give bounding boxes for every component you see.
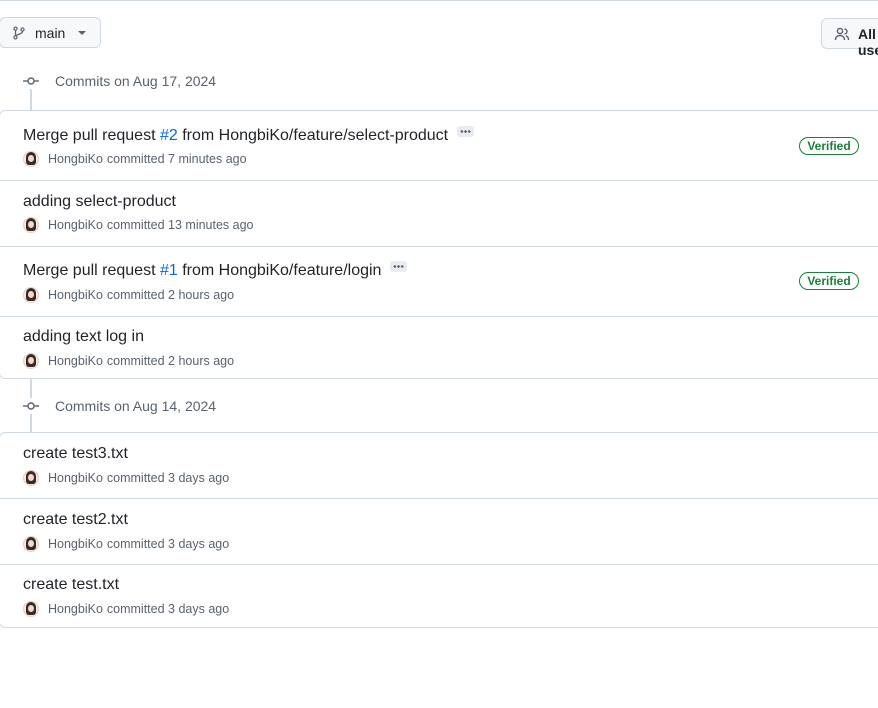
commit-time: committed 13 minutes ago: [106, 218, 254, 232]
git-branch-icon: [13, 26, 25, 40]
ellipsis-icon[interactable]: [390, 261, 408, 273]
verified-badge[interactable]: Verified: [799, 137, 859, 155]
verified-badge[interactable]: Verified: [799, 272, 859, 290]
commit-time: committed 3 days ago: [106, 537, 230, 551]
top-divider: [0, 0, 878, 1]
commit-meta: HongbiKo committed 2 hours ago: [23, 286, 234, 304]
users-filter-button[interactable]: All users: [821, 18, 878, 58]
commit-time: committed 3 days ago: [106, 471, 230, 485]
branch-name: main: [35, 25, 66, 41]
author-link[interactable]: HongbiKo: [48, 537, 103, 551]
pull-request-link[interactable]: #2: [160, 127, 178, 144]
commit-time: committed 2 hours ago: [106, 354, 235, 368]
commit-group-date: Commits on Aug 17, 2024: [55, 73, 217, 89]
commit-title[interactable]: Merge pull request #2 from HongbiKo/feat…: [23, 126, 475, 145]
commit-row[interactable]: create test2.txt HongbiKo committed 3 da…: [0, 498, 878, 564]
commit-meta: HongbiKo committed 3 days ago: [23, 600, 229, 618]
commit-node-icon: [23, 73, 39, 89]
commit-meta: HongbiKo committed 2 hours ago: [23, 352, 234, 370]
author-link[interactable]: HongbiKo: [48, 354, 103, 368]
author-link[interactable]: HongbiKo: [48, 218, 103, 232]
ellipsis-icon[interactable]: [457, 126, 475, 138]
pull-request-link[interactable]: #1: [160, 262, 178, 279]
chevron-down-icon: [78, 31, 86, 35]
users-filter-label: All users: [858, 26, 878, 58]
commit-list: create test3.txt HongbiKo committed 3 da…: [0, 432, 878, 628]
author-link[interactable]: HongbiKo: [48, 152, 103, 166]
commit-group-date: Commits on Aug 14, 2024: [55, 398, 217, 414]
commit-title[interactable]: create test.txt: [23, 576, 119, 594]
commit-time: committed 3 days ago: [106, 602, 230, 616]
commit-title[interactable]: Merge pull request #1 from HongbiKo/feat…: [23, 261, 408, 280]
commit-node-icon: [23, 398, 39, 414]
author-link[interactable]: HongbiKo: [48, 471, 103, 485]
author-link[interactable]: HongbiKo: [48, 288, 103, 302]
commit-row[interactable]: adding text log in HongbiKo committed 2 …: [0, 316, 878, 381]
avatar[interactable]: [23, 287, 39, 303]
commit-row[interactable]: adding select-product HongbiKo committed…: [0, 180, 878, 246]
commit-title[interactable]: create test3.txt: [23, 445, 128, 463]
commit-title-text: Merge pull request: [23, 262, 160, 279]
commit-list: Merge pull request #2 from HongbiKo/feat…: [0, 110, 878, 379]
commit-meta: HongbiKo committed 3 days ago: [23, 469, 229, 487]
branch-selector-button[interactable]: main: [0, 17, 101, 48]
avatar[interactable]: [23, 470, 39, 486]
commit-row[interactable]: create test3.txt HongbiKo committed 3 da…: [0, 433, 878, 498]
commit-title[interactable]: create test2.txt: [23, 511, 128, 529]
avatar[interactable]: [23, 151, 39, 167]
avatar[interactable]: [23, 601, 39, 617]
avatar[interactable]: [23, 536, 39, 552]
commit-time: committed 7 minutes ago: [106, 152, 247, 166]
commit-title-text: Merge pull request: [23, 127, 160, 144]
commit-title[interactable]: adding select-product: [23, 193, 176, 211]
avatar[interactable]: [23, 217, 39, 233]
commit-meta: HongbiKo committed 3 days ago: [23, 535, 229, 553]
commit-title-text: from HongbiKo/feature/select-product: [177, 127, 449, 144]
commit-title-text: from HongbiKo/feature/login: [177, 262, 382, 279]
commit-row[interactable]: Merge pull request #1 from HongbiKo/feat…: [0, 246, 878, 316]
avatar[interactable]: [23, 353, 39, 369]
commit-row[interactable]: Merge pull request #2 from HongbiKo/feat…: [0, 111, 878, 180]
commit-meta: HongbiKo committed 7 minutes ago: [23, 150, 247, 168]
commit-title[interactable]: adding text log in: [23, 328, 144, 346]
commit-time: committed 2 hours ago: [106, 288, 235, 302]
people-icon: [834, 27, 850, 41]
commit-meta: HongbiKo committed 13 minutes ago: [23, 216, 254, 234]
author-link[interactable]: HongbiKo: [48, 602, 103, 616]
commit-row[interactable]: create test.txt HongbiKo committed 3 day…: [0, 564, 878, 629]
